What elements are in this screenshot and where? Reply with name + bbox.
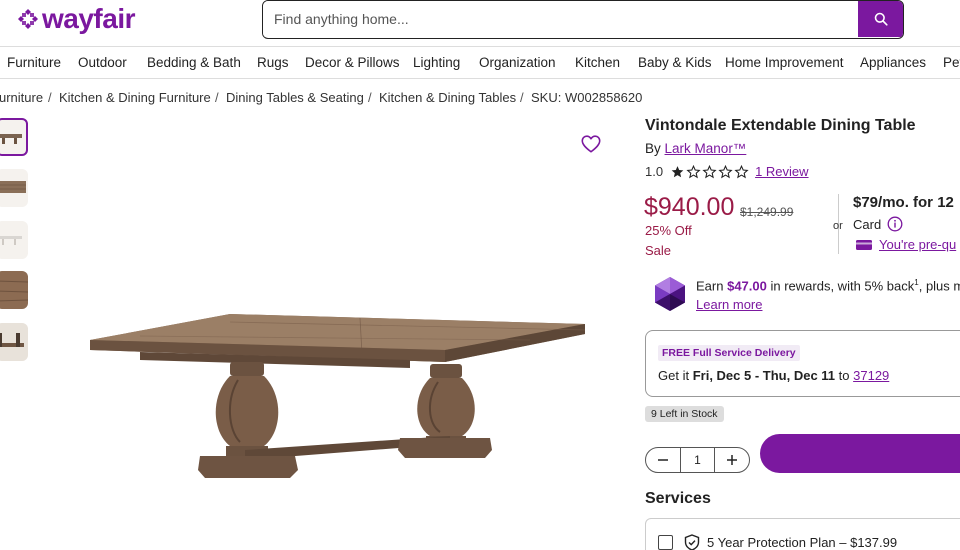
star-rating [670, 164, 749, 179]
breadcrumb-sku: SKU: W002858620 [531, 90, 643, 105]
reviews-link[interactable]: 1 Review [755, 164, 808, 179]
minus-icon [658, 459, 668, 461]
thumbnail-image [0, 271, 28, 309]
nav-item-lighting[interactable]: Lighting [413, 55, 460, 70]
rewards-tail: , plus m [918, 278, 960, 294]
info-icon[interactable] [887, 216, 903, 232]
star-empty-icon [686, 164, 701, 178]
rewards-suffix: in rewards, with 5% back [770, 278, 915, 294]
breadcrumb-item[interactable]: Kitchen & Dining Furniture [59, 90, 211, 105]
star-empty-icon [734, 164, 749, 178]
rating-value: 1.0 [645, 164, 664, 179]
nav-item-organization[interactable]: Organization [479, 55, 556, 70]
decrease-quantity-button[interactable] [646, 448, 680, 472]
rewards-amount: $47.00 [727, 278, 767, 294]
nav-item-decor-pillows[interactable]: Decor & Pillows [305, 55, 400, 70]
star-empty-icon [702, 164, 717, 178]
search-icon [874, 12, 888, 26]
card-label: Card [853, 216, 882, 232]
delivery-prefix: Get it [658, 368, 690, 383]
nav-item-rugs[interactable]: Rugs [257, 55, 289, 70]
delivery-to: to [838, 368, 850, 383]
thumbnail-4[interactable] [0, 271, 28, 309]
search-button[interactable] [858, 1, 903, 37]
shield-check-icon [684, 534, 700, 550]
product-main-image[interactable] [80, 300, 590, 500]
wayfair-logo[interactable]: wayfair [18, 3, 136, 34]
brand-link[interactable]: Lark Manor™ [665, 141, 747, 156]
delivery-estimate: Get it Fri, Dec 5 - Thu, Dec 11 to 37129 [658, 368, 889, 383]
favorite-button[interactable] [580, 133, 602, 155]
nav-item-baby-kids[interactable]: Baby & Kids [638, 55, 712, 70]
breadcrumb-separator: / [48, 90, 52, 105]
star-empty-icon [718, 164, 733, 178]
breadcrumb-separator: / [215, 90, 219, 105]
dining-table-image [90, 314, 586, 478]
prequalified-label: You're pre-qu [879, 237, 957, 252]
delivery-badge: FREE Full Service Delivery [658, 345, 800, 361]
zip-code-link[interactable]: 37129 [853, 368, 889, 383]
search-input[interactable] [263, 1, 859, 37]
delivery-box: FREE Full Service Delivery Get it Fri, D… [645, 330, 960, 397]
thumbnail-image [0, 236, 22, 245]
sale-price: $940.00 [644, 193, 735, 221]
logo-text: wayfair [42, 3, 136, 34]
category-nav: Furniture Outdoor Bedding & Bath Rugs De… [0, 46, 960, 79]
card-line: Card [853, 216, 903, 232]
star-filled-icon [671, 165, 684, 177]
nav-item-furniture[interactable]: Furniture [7, 55, 61, 70]
protection-plan-option: 5 Year Protection Plan – $137.99 [645, 518, 960, 550]
protection-plan-label: 5 Year Protection Plan – $137.99 [707, 535, 898, 550]
header: wayfair [0, 0, 960, 46]
by-label: By [645, 141, 661, 156]
thumbnail-2[interactable] [0, 169, 28, 207]
nav-item-pet[interactable]: Pet [943, 55, 960, 70]
rewards-prefix: Earn [696, 278, 724, 294]
wayfair-logo-icon [18, 9, 38, 29]
brand-line: By Lark Manor™ [645, 141, 746, 156]
heart-icon [581, 135, 601, 153]
thumbnail-5[interactable] [0, 323, 28, 361]
increase-quantity-button[interactable] [715, 448, 749, 472]
monthly-financing: $79/mo. for 12 [853, 194, 954, 211]
credit-card-icon [856, 239, 872, 250]
thumbnail-1[interactable] [0, 118, 28, 156]
search-bar [262, 0, 904, 39]
nav-item-appliances[interactable]: Appliances [860, 55, 926, 70]
thumbnail-image [0, 181, 26, 193]
nav-item-kitchen[interactable]: Kitchen [575, 55, 620, 70]
nav-item-bedding-bath[interactable]: Bedding & Bath [147, 55, 241, 70]
quantity-stepper: 1 [645, 447, 750, 473]
rewards-gem-icon [653, 276, 687, 312]
rewards-text: Earn $47.00 in rewards, with 5% back1, p… [696, 278, 960, 293]
product-title: Vintondale Extendable Dining Table [645, 117, 916, 134]
thumbnail-image [0, 134, 22, 144]
plus-icon [727, 455, 737, 465]
thumbnail-3[interactable] [0, 221, 28, 259]
services-heading: Services [645, 490, 711, 507]
nav-item-home-improvement[interactable]: Home Improvement [725, 55, 844, 70]
breadcrumb-item[interactable]: Kitchen & Dining Tables [379, 90, 516, 105]
discount-label: 25% Off [645, 223, 692, 238]
original-price: $1,249.99 [740, 205, 794, 219]
breadcrumb-item[interactable]: Dining Tables & Seating [226, 90, 364, 105]
breadcrumb-item[interactable]: urniture [0, 90, 43, 105]
sale-label: Sale [645, 243, 672, 258]
rating-row: 1.0 1 Review [645, 164, 809, 179]
stock-badge: 9 Left in Stock [645, 406, 724, 422]
breadcrumb-separator: / [368, 90, 372, 105]
add-to-cart-button[interactable] [760, 434, 960, 473]
learn-more-link[interactable]: Learn more [696, 297, 762, 312]
or-label: or [833, 220, 843, 232]
prequalified-link[interactable]: You're pre-qu [856, 237, 956, 252]
nav-item-outdoor[interactable]: Outdoor [78, 55, 127, 70]
breadcrumb-separator: / [520, 90, 524, 105]
delivery-dates: Fri, Dec 5 - Thu, Dec 11 [692, 368, 836, 383]
thumbnail-image [0, 323, 28, 361]
quantity-value[interactable]: 1 [680, 448, 715, 472]
protection-plan-checkbox[interactable] [658, 535, 673, 550]
